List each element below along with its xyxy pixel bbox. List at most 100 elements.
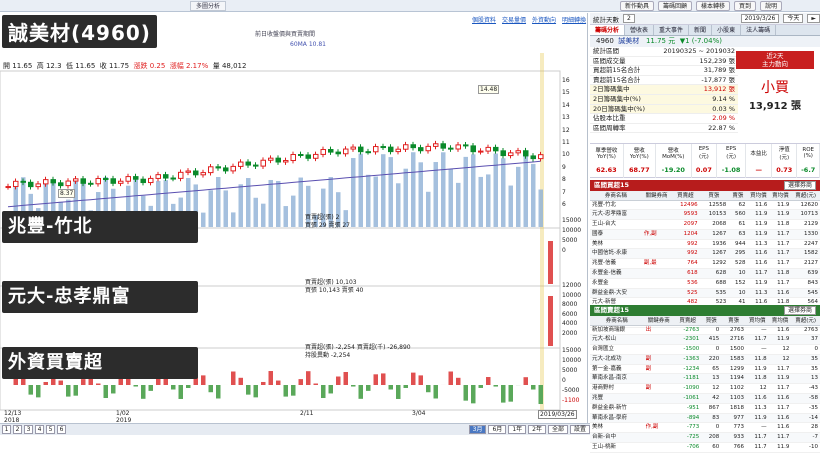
date-picker[interactable]: 2019/3/26 xyxy=(741,14,780,23)
broker-row[interactable]: 元大-忠孝鼎富95931015356011.911.910713 xyxy=(590,210,820,220)
column-header[interactable]: 買均價 xyxy=(747,191,769,200)
tab-multi-chart[interactable]: 多圖分析 xyxy=(190,1,226,11)
broker-row[interactable]: 群益金鼎-新竹-951867181811.311.7-35 xyxy=(590,403,820,413)
broker-cell: 2127 xyxy=(791,259,820,269)
range-all[interactable]: 全部 xyxy=(548,425,568,434)
broker-row[interactable]: 群益金鼎-大安5255351011.311.6545 xyxy=(590,288,820,298)
today-button[interactable]: 今天 xyxy=(783,14,803,23)
page-1[interactable]: 1 xyxy=(2,425,11,434)
page-2[interactable]: 2 xyxy=(13,425,22,434)
broker-row[interactable]: 王山-台大209720686111.911.82129 xyxy=(590,220,820,230)
column-header[interactable]: 賣超(元) xyxy=(791,191,820,200)
broker-row[interactable]: 港商野村副-10901211021211.7-43 xyxy=(590,384,820,394)
candle xyxy=(321,150,326,155)
sub1-tick: 0 xyxy=(562,246,581,256)
top-menu-bar: 多圖分析 新作動具 籌碼回顧 樣本轉移 買到 說明 xyxy=(0,0,820,12)
column-header[interactable]: 關鍵券商 xyxy=(642,191,671,200)
broker-cell: 0 xyxy=(701,423,721,433)
price-tick: 13 xyxy=(562,112,570,124)
column-header[interactable]: 買張 xyxy=(701,316,721,325)
column-header[interactable]: 買均價 xyxy=(746,316,769,325)
column-header[interactable]: 賣張 xyxy=(721,316,746,325)
foreign-bar xyxy=(269,371,274,385)
toolbar-button-1[interactable]: 新作動具 xyxy=(620,1,654,11)
candle xyxy=(359,147,364,152)
summary-value: -17,877 張 xyxy=(653,75,738,85)
toolbar-button-4[interactable]: 買到 xyxy=(734,1,756,11)
broker-row[interactable]: 台新-台中-72520893311.711.7-7 xyxy=(590,433,820,443)
broker-row[interactable]: 新加坡商瑞銀出-276302763—11.62763 xyxy=(590,325,820,335)
volume-bar xyxy=(209,190,214,227)
broker-row[interactable]: 永豐金-信義6186281011.711.8639 xyxy=(590,269,820,279)
broker-row[interactable]: 台灣匯立-150001500—120 xyxy=(590,345,820,355)
candle xyxy=(89,183,94,184)
sub2-tick: 8000 xyxy=(562,300,581,310)
help-button[interactable]: 說明 xyxy=(760,1,782,11)
broker-cell: 13 xyxy=(701,374,721,384)
broker-cell: 11.6 xyxy=(769,288,791,298)
column-header[interactable]: 買賣超 xyxy=(674,316,701,325)
broker-row[interactable]: 元大-北成功副-1363220158311.81235 xyxy=(590,354,820,364)
tab-revenue[interactable]: 營收表 xyxy=(625,25,654,35)
column-header[interactable]: 賣張 xyxy=(728,191,747,200)
column-header[interactable]: 買賣超 xyxy=(671,191,700,200)
candle xyxy=(344,149,349,154)
page-5[interactable]: 5 xyxy=(46,425,55,434)
range-2y[interactable]: 2年 xyxy=(528,425,546,434)
broker-row[interactable]: 美林992193694411.311.72247 xyxy=(590,239,820,249)
foreign-bar xyxy=(261,382,266,385)
fin-header: 本益比 xyxy=(746,144,772,161)
chart-area[interactable]: 前日收盤價與買賣期間 60MA 10.81 個股資料 交易量價 外資動向 明細轉… xyxy=(0,13,588,423)
column-header[interactable]: 券商名稱 xyxy=(590,191,642,200)
foreign-bar xyxy=(404,385,409,388)
broker-row[interactable]: 華南永昌-南京-118113119411.811.913 xyxy=(590,374,820,384)
broker-cell: 60 xyxy=(701,443,721,453)
broker-row[interactable]: 王山-桃新-7066076611.711.9-10 xyxy=(590,443,820,453)
broker-name: 元大-北成功 xyxy=(590,354,644,364)
settings-button[interactable]: 設置 xyxy=(570,425,590,434)
page-6[interactable]: 6 xyxy=(57,425,66,434)
page-3[interactable]: 3 xyxy=(24,425,33,434)
tab-small-holders[interactable]: 小股東 xyxy=(712,25,741,35)
tab-institutional[interactable]: 法人籌碼 xyxy=(741,25,776,35)
candle xyxy=(216,167,221,168)
broker-row[interactable]: 永豐金53668815211.911.7843 xyxy=(590,278,820,288)
broker-cell: 作,副 xyxy=(642,229,671,239)
broker-name: 台新-台中 xyxy=(590,433,644,443)
column-header[interactable]: 關鍵券商 xyxy=(644,316,674,325)
broker-cell: 843 xyxy=(791,278,820,288)
toolbar-button-2[interactable]: 籌碼回顧 xyxy=(658,1,692,11)
foreign-bar xyxy=(209,385,214,392)
broker-row[interactable]: 美林作,副-7730773—11.628 xyxy=(590,423,820,433)
broker-row[interactable]: 兆豐-竹北12496125586211.611.912620 xyxy=(590,200,820,210)
broker-row[interactable]: 國泰作,副120412676311.911.71330 xyxy=(590,229,820,239)
broker-row[interactable]: 兆豐-信義副,最764129252811.611.72127 xyxy=(590,259,820,269)
broker-row[interactable]: 第一金-嘉義副-123465129911.911.735 xyxy=(590,364,820,374)
broker-row[interactable]: 元大-松山-2301415271611.711.937 xyxy=(590,335,820,345)
broker-row[interactable]: 華南永昌-學府-8948397711.911.6-14 xyxy=(590,413,820,423)
sell-broker-select[interactable]: 選擇券商 xyxy=(784,306,816,315)
broker-row[interactable]: 中國信託-永康992126729511.611.71582 xyxy=(590,249,820,259)
broker-row[interactable]: 兆豐-106142110311.611.6-58 xyxy=(590,394,820,404)
zoom-6m[interactable]: 6月 xyxy=(488,425,506,434)
tab-news[interactable]: 新聞 xyxy=(689,25,712,35)
broker-cell: 536 xyxy=(671,278,700,288)
volume-bar xyxy=(531,164,536,227)
buy-broker-select[interactable]: 選擇券商 xyxy=(784,181,816,190)
tab-chip-analysis[interactable]: 籌碼分析 xyxy=(590,25,625,35)
toolbar-button-3[interactable]: 樣本轉移 xyxy=(696,1,730,11)
x-tick: 2/11 xyxy=(300,410,313,417)
broker-cell: 867 xyxy=(701,403,721,413)
column-header[interactable]: 券商名稱 xyxy=(590,316,644,325)
column-header[interactable]: 買張 xyxy=(700,191,729,200)
column-header[interactable]: 賣超(元) xyxy=(791,316,820,325)
candle xyxy=(6,187,11,188)
stats-days-select[interactable]: 2 xyxy=(623,14,635,23)
zoom-3m[interactable]: 3月 xyxy=(469,425,487,434)
range-1y[interactable]: 1年 xyxy=(508,425,526,434)
tab-events[interactable]: 重大事件 xyxy=(654,25,689,35)
column-header[interactable]: 賣均價 xyxy=(769,191,791,200)
page-4[interactable]: 4 xyxy=(35,425,44,434)
next-button[interactable]: ► xyxy=(807,14,820,23)
column-header[interactable]: 賣均價 xyxy=(769,316,792,325)
